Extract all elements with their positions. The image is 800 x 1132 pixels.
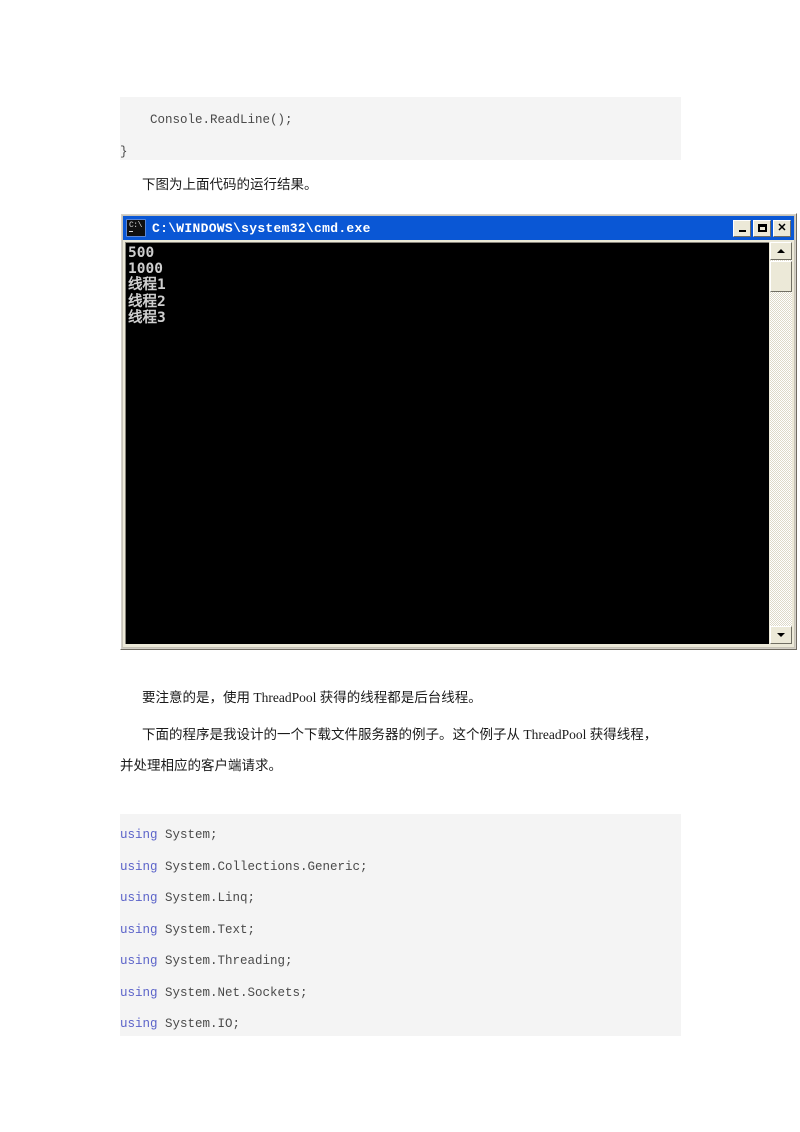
code-keyword: using <box>120 891 158 905</box>
code-text: System.Threading; <box>157 954 293 968</box>
code-line: Console.ReadLine(); <box>120 113 293 127</box>
paragraph-example-intro-line2: 并处理相应的客户端请求。 <box>120 758 282 773</box>
console-titlebar[interactable]: C:\WINDOWS\system32\cmd.exe ✕ <box>123 216 794 240</box>
chevron-down-icon <box>777 633 785 637</box>
code-text: System.IO; <box>157 1017 241 1031</box>
code-keyword: using <box>120 859 158 874</box>
code-line: using System.Net.Sockets; <box>120 978 681 1010</box>
console-screen[interactable]: 500 1000 线程1 线程2 线程3 <box>125 242 769 644</box>
maximize-icon <box>757 224 767 232</box>
window-controls: ✕ <box>733 219 791 237</box>
code-line: } <box>120 144 128 159</box>
scroll-down-button[interactable] <box>770 626 792 644</box>
code-text: System; <box>157 828 218 842</box>
code-text: System.Net.Sockets; <box>157 985 308 1000</box>
chevron-up-icon <box>777 249 785 253</box>
console-output-line: 1000 <box>128 261 163 278</box>
minimize-button[interactable] <box>733 219 751 237</box>
code-line: using System.Collections.Generic; <box>120 852 681 884</box>
code-keyword: using <box>120 828 158 842</box>
scroll-up-button[interactable] <box>770 242 792 260</box>
close-icon: ✕ <box>777 221 787 234</box>
code-line: using System.IO; <box>120 1009 681 1041</box>
code-keyword: using <box>120 954 158 968</box>
code-block-top: Console.ReadLine(); } <box>120 97 681 160</box>
maximize-button[interactable] <box>753 219 771 237</box>
console-title-text: C:\WINDOWS\system32\cmd.exe <box>152 220 371 236</box>
code-keyword: using <box>120 985 158 1000</box>
minimize-icon <box>738 230 746 232</box>
code-block-bottom: using System; using System.Collections.G… <box>120 814 681 1036</box>
code-keyword: using <box>120 922 158 937</box>
cmd-console-window[interactable]: C:\WINDOWS\system32\cmd.exe ✕ 500 1000 线… <box>120 213 797 650</box>
code-line: using System.Text; <box>120 915 681 947</box>
console-output-line: 线程2 <box>128 293 166 310</box>
code-text: System.Linq; <box>157 891 256 905</box>
paragraph-run-result: 下图为上面代码的运行结果。 <box>142 177 318 192</box>
console-vertical-scrollbar[interactable] <box>770 242 792 644</box>
code-text: System.Collections.Generic; <box>157 859 368 874</box>
paragraph-threadpool-note: 要注意的是，使用 ThreadPool 获得的线程都是后台线程。 <box>142 690 482 705</box>
console-output-line: 500 <box>128 245 155 261</box>
scrollbar-thumb[interactable] <box>770 261 792 292</box>
code-line: using System.Threading; <box>120 946 681 978</box>
code-text: System.Text; <box>157 922 256 937</box>
scrollbar-track[interactable] <box>770 242 792 644</box>
cmd-console-icon <box>126 219 146 237</box>
paragraph-example-intro-line1: 下面的程序是我设计的一个下载文件服务器的例子。这个例子从 ThreadPool … <box>142 727 658 742</box>
close-button[interactable]: ✕ <box>773 219 791 237</box>
code-line: using System; <box>120 820 681 852</box>
console-output-line: 线程1 <box>128 277 166 294</box>
code-line: using System.Linq; <box>120 883 681 915</box>
code-keyword: using <box>120 1017 158 1031</box>
console-output-line: 线程3 <box>128 309 166 326</box>
